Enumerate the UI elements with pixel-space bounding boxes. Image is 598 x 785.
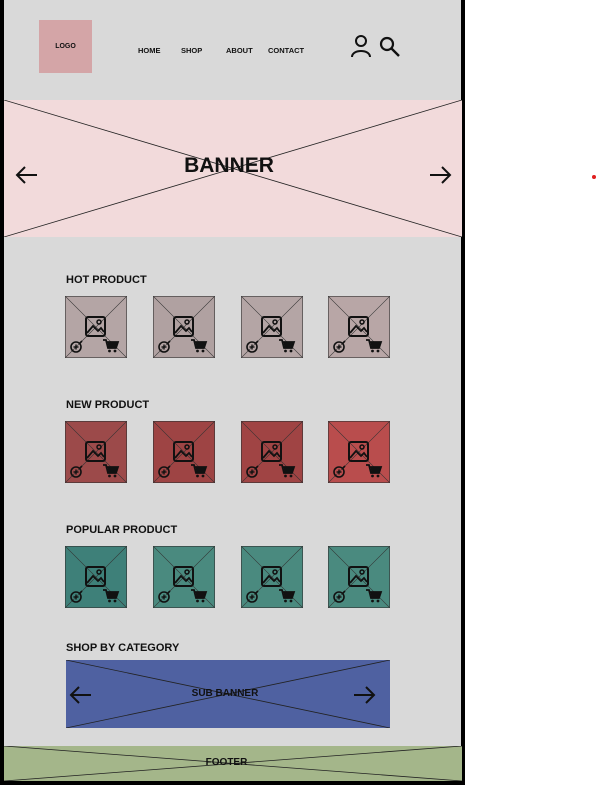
cart-icon[interactable]	[103, 589, 120, 603]
product-card-graphic	[153, 421, 215, 483]
arrow-left-icon[interactable]	[68, 685, 94, 705]
cart-icon[interactable]	[279, 589, 296, 603]
cart-icon[interactable]	[191, 339, 208, 353]
product-card-graphic	[65, 421, 127, 483]
cart-icon[interactable]	[279, 339, 296, 353]
product-card[interactable]	[153, 296, 215, 358]
zoom-in-icon[interactable]	[246, 340, 259, 353]
zoom-in-icon[interactable]	[333, 465, 346, 478]
cart-icon[interactable]	[279, 464, 296, 478]
product-card[interactable]	[153, 421, 215, 483]
nav-contact[interactable]: CONTACT	[268, 46, 304, 55]
zoom-in-icon[interactable]	[158, 340, 171, 353]
nav-about[interactable]: ABOUT	[226, 46, 253, 55]
footer-label: FOOTER	[205, 757, 248, 768]
product-card-graphic	[328, 421, 390, 483]
product-card-graphic	[153, 296, 215, 358]
cart-icon[interactable]	[103, 464, 120, 478]
section-title-popular: POPULAR PRODUCT	[66, 524, 178, 536]
product-card[interactable]	[241, 421, 303, 483]
section-title-new: NEW PRODUCT	[66, 399, 150, 411]
product-card-graphic	[328, 546, 390, 608]
product-card[interactable]	[328, 296, 390, 358]
cart-icon[interactable]	[103, 339, 120, 353]
section-title-category: SHOP BY CATEGORY	[66, 642, 180, 654]
nav-home[interactable]: HOME	[138, 46, 161, 55]
product-card-graphic	[328, 296, 390, 358]
wireframe-page: LOGO HOME SHOP ABOUT CONTACT BANNER HOT …	[0, 0, 465, 785]
search-icon[interactable]	[377, 33, 403, 59]
product-card[interactable]	[65, 546, 127, 608]
product-card-graphic	[65, 296, 127, 358]
zoom-in-icon[interactable]	[70, 590, 83, 603]
zoom-in-icon[interactable]	[246, 590, 259, 603]
product-card[interactable]	[65, 296, 127, 358]
product-card[interactable]	[328, 421, 390, 483]
product-card[interactable]	[153, 546, 215, 608]
frame-border-bottom	[0, 781, 465, 785]
cart-icon[interactable]	[191, 589, 208, 603]
product-card-graphic	[241, 546, 303, 608]
product-card[interactable]	[65, 421, 127, 483]
product-card[interactable]	[241, 546, 303, 608]
logo[interactable]: LOGO	[39, 20, 92, 73]
arrow-left-icon[interactable]	[14, 165, 40, 185]
cart-icon[interactable]	[191, 464, 208, 478]
nav-shop[interactable]: SHOP	[181, 46, 202, 55]
product-card-graphic	[65, 546, 127, 608]
product-card-graphic	[241, 296, 303, 358]
user-icon[interactable]	[348, 33, 374, 59]
arrow-right-icon[interactable]	[351, 685, 377, 705]
sub-banner-label: SUB BANNER	[191, 688, 259, 699]
cart-icon[interactable]	[366, 589, 383, 603]
zoom-in-icon[interactable]	[246, 465, 259, 478]
zoom-in-icon[interactable]	[158, 465, 171, 478]
product-card-graphic	[241, 421, 303, 483]
zoom-in-icon[interactable]	[158, 590, 171, 603]
zoom-in-icon[interactable]	[333, 590, 346, 603]
zoom-in-icon[interactable]	[333, 340, 346, 353]
arrow-right-icon[interactable]	[427, 165, 453, 185]
product-card[interactable]	[328, 546, 390, 608]
zoom-in-icon[interactable]	[70, 465, 83, 478]
banner-title: BANNER	[184, 154, 274, 177]
product-card[interactable]	[241, 296, 303, 358]
red-dot-marker	[592, 175, 596, 179]
product-card-graphic	[153, 546, 215, 608]
cart-icon[interactable]	[366, 339, 383, 353]
cart-icon[interactable]	[366, 464, 383, 478]
section-title-hot: HOT PRODUCT	[66, 274, 147, 286]
zoom-in-icon[interactable]	[70, 340, 83, 353]
